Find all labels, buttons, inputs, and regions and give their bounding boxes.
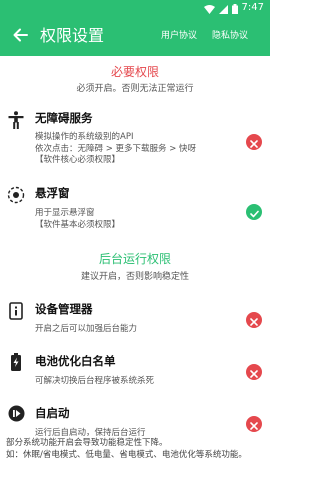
permission-row-device-manager[interactable]: 设备管理器 开启之后可以加强后台能力 [0, 300, 270, 340]
footer-note: 部分系统功能开启会导致功能稳定性下降。 如：休眠/省电模式、低电量、省电模式、电… [0, 436, 270, 480]
autostart-icon [7, 404, 25, 422]
permission-description: 可解决切换后台程序被系统杀死 [35, 376, 155, 386]
privacy-policy-link[interactable]: 隐私协议 [212, 29, 248, 43]
permission-description: 开启之后可以加强后台能力 [35, 324, 138, 334]
close-icon [250, 133, 258, 152]
floating-window-icon [7, 186, 25, 204]
required-section-title: 必要权限 [110, 65, 159, 79]
check-icon [249, 203, 259, 222]
wifi-icon [203, 0, 215, 18]
accessibility-icon [7, 111, 25, 129]
status-icons: 7:47 [203, 2, 264, 14]
page-title: 权限设置 [40, 26, 105, 45]
required-section-subtitle: 必须开启。否则无法正常运行 [76, 84, 194, 94]
permission-status-off-button[interactable] [246, 312, 262, 328]
permission-status-off-button[interactable] [246, 416, 262, 432]
user-agreement-link[interactable]: 用户协议 [161, 29, 197, 43]
permission-name: 设备管理器 [35, 302, 93, 316]
signal-icon [218, 0, 228, 18]
permission-status-off-button[interactable] [246, 134, 262, 150]
permission-name: 悬浮窗 [35, 186, 70, 200]
permission-name: 自启动 [35, 406, 70, 420]
permission-row-floating-window[interactable]: 悬浮窗 用于显示悬浮窗 【软件基本必须权限】 [0, 184, 270, 234]
back-button[interactable] [10, 26, 30, 46]
permission-status-off-button[interactable] [246, 364, 262, 380]
permission-row-accessibility[interactable]: 无障碍服务 模拟操作的系统级别的API 依次点击：无障碍 > 更多下载服务 > … [0, 108, 270, 176]
permission-name: 电池优化白名单 [35, 354, 116, 368]
battery-status-icon [231, 0, 238, 18]
permission-description: 模拟操作的系统级别的API 依次点击：无障碍 > 更多下载服务 > 快呀 【软件… [35, 132, 197, 165]
back-arrow-icon [12, 27, 28, 46]
status-time: 7:47 [241, 2, 264, 13]
status-bar: 7:47 [0, 0, 270, 16]
background-section-subtitle: 建议开启，否则影响稳定性 [80, 272, 189, 282]
device-manager-icon [7, 302, 25, 320]
permission-description: 用于显示悬浮窗 【软件基本必须权限】 [35, 208, 121, 230]
battery-icon [7, 353, 25, 371]
close-icon [250, 311, 258, 330]
background-section-title: 后台运行权限 [98, 252, 171, 266]
close-icon [250, 415, 258, 434]
permission-name: 无障碍服务 [35, 111, 93, 125]
permission-row-battery-whitelist[interactable]: 电池优化白名单 可解决切换后台程序被系统杀死 [0, 352, 270, 392]
permission-status-on-button[interactable] [246, 204, 262, 220]
app-bar: 权限设置 用户协议 隐私协议 [0, 16, 270, 56]
footer-note-text: 部分系统功能开启会导致功能稳定性下降。 如：休眠/省电模式、低电量、省电模式、电… [6, 438, 247, 460]
close-icon [250, 363, 258, 382]
